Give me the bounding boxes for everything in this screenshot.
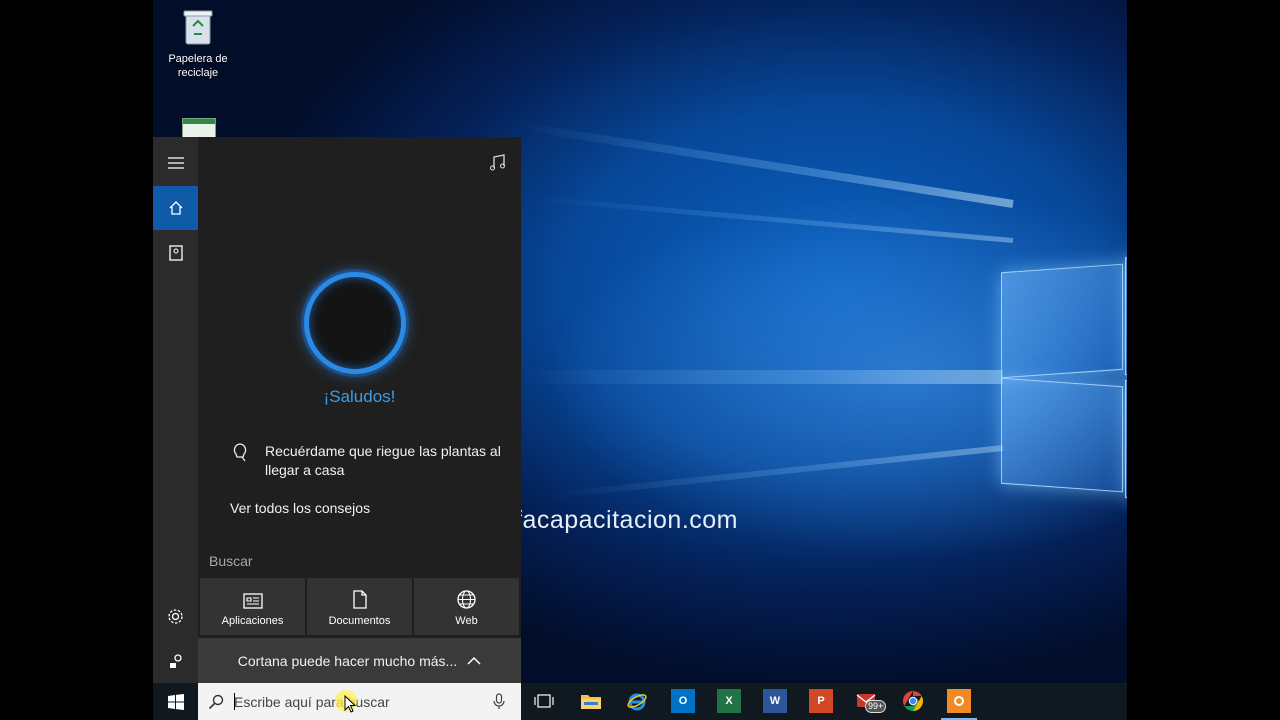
globe-icon xyxy=(457,590,476,609)
notebook-icon xyxy=(168,245,183,261)
windows-icon xyxy=(167,693,184,710)
music-button[interactable] xyxy=(488,153,510,175)
filter-web-button[interactable]: Web xyxy=(414,578,519,635)
windows-logo xyxy=(1001,263,1123,379)
filter-documents-label: Documentos xyxy=(328,615,391,627)
mail-button[interactable]: 99+ xyxy=(855,689,887,713)
filter-web-label: Web xyxy=(455,615,478,627)
recycle-bin[interactable]: Papelera de reciclaje xyxy=(153,8,243,80)
taskbar: O X W P 99+ xyxy=(153,683,1127,720)
hamburger-icon xyxy=(167,157,184,169)
text-caret xyxy=(234,693,235,710)
menu-button[interactable] xyxy=(153,141,198,185)
word-icon: W xyxy=(769,695,781,707)
excel-button[interactable]: X xyxy=(717,689,741,713)
word-button[interactable]: W xyxy=(763,689,787,713)
cortana-main: ¡Saludos! Recuérdame que riegue las plan… xyxy=(198,137,521,683)
recycle-bin-icon xyxy=(183,10,213,45)
powerpoint-icon: P xyxy=(817,695,825,707)
watermark-text: facapacitacion.com xyxy=(515,506,739,534)
lightbulb-icon xyxy=(233,443,247,462)
folder-icon xyxy=(581,695,601,709)
app-icon xyxy=(954,696,964,706)
excel-icon: X xyxy=(725,695,733,707)
document-icon xyxy=(352,590,367,609)
feedback-icon xyxy=(169,654,182,668)
task-view-icon xyxy=(534,694,554,708)
powerpoint-button[interactable]: P xyxy=(809,689,833,713)
cortana-greeting: ¡Saludos! xyxy=(323,387,396,406)
task-view-button[interactable] xyxy=(532,689,556,713)
microphone-icon[interactable] xyxy=(493,693,505,710)
cortana-more-button[interactable]: Cortana puede hacer mucho más... xyxy=(198,638,521,683)
music-note-icon xyxy=(490,154,505,171)
internet-explorer-button[interactable] xyxy=(625,689,649,713)
filter-apps-button[interactable]: Aplicaciones xyxy=(200,578,305,635)
gear-icon xyxy=(168,608,183,624)
home-button[interactable] xyxy=(153,186,198,230)
start-button[interactable] xyxy=(153,683,198,720)
filter-documents-button[interactable]: Documentos xyxy=(307,578,412,635)
chevron-up-icon xyxy=(467,656,481,665)
search-section-label: Buscar xyxy=(209,553,253,569)
file-explorer-button[interactable] xyxy=(579,689,603,713)
notebook-button[interactable] xyxy=(153,231,198,275)
outlook-icon: O xyxy=(678,695,688,707)
chrome-icon xyxy=(903,691,923,711)
feedback-button[interactable] xyxy=(153,639,198,683)
cortana-rail xyxy=(153,137,198,683)
outlook-button[interactable]: O xyxy=(671,689,695,713)
see-all-tips-link[interactable]: Ver todos los consejos xyxy=(230,500,370,516)
recycle-bin-label: Papelera de reciclaje xyxy=(168,53,228,79)
taskbar-search-box[interactable] xyxy=(198,683,521,720)
apps-icon xyxy=(242,593,263,609)
cortana-tip[interactable]: Recuérdame que riegue las plantas al lle… xyxy=(265,442,510,480)
mouse-pointer-icon xyxy=(344,695,356,713)
cortana-ring[interactable] xyxy=(304,272,406,374)
filter-apps-label: Aplicaciones xyxy=(221,615,284,627)
cortana-more-label: Cortana puede hacer mucho más... xyxy=(237,652,458,669)
mail-badge: 99+ xyxy=(865,700,887,713)
spreadsheet-file-icon[interactable] xyxy=(182,118,216,139)
home-icon xyxy=(169,201,182,215)
ie-icon xyxy=(627,693,647,711)
app-button[interactable] xyxy=(947,689,971,713)
settings-button[interactable] xyxy=(153,594,198,638)
cortana-panel: ¡Saludos! Recuérdame que riegue las plan… xyxy=(153,137,521,683)
chrome-button[interactable] xyxy=(901,689,925,713)
search-icon xyxy=(208,694,224,710)
